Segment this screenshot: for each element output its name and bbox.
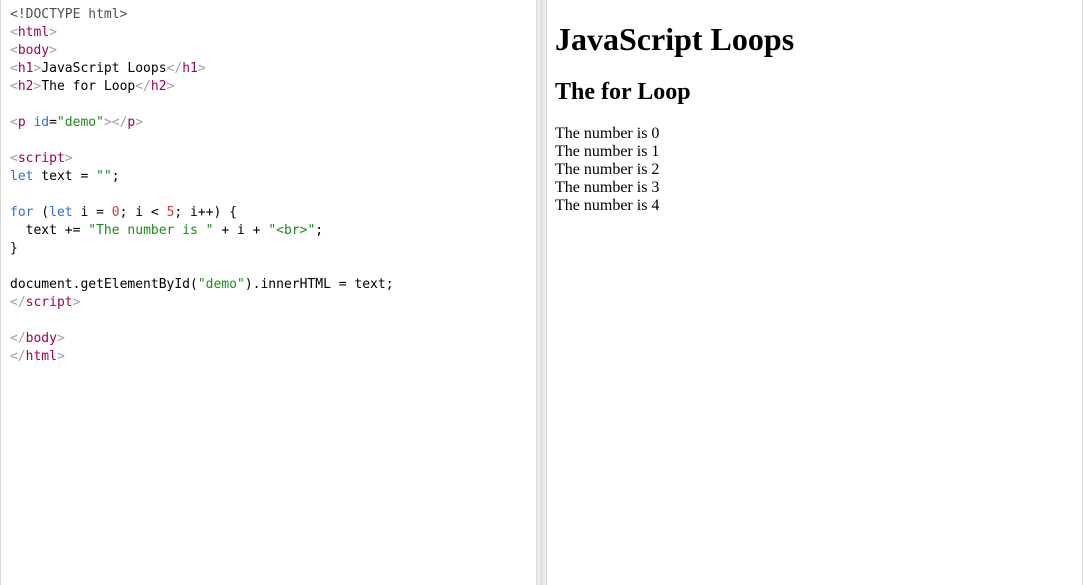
- code-token: </: [135, 79, 151, 94]
- code-token: h1: [182, 61, 198, 76]
- code-token: html: [17, 25, 50, 40]
- code-token: script: [25, 295, 73, 310]
- code-token: "demo": [197, 277, 245, 292]
- code-token: }: [10, 241, 18, 256]
- code-line[interactable]: [10, 312, 394, 330]
- code-line[interactable]: let text = "";: [10, 168, 394, 186]
- code-line[interactable]: text += "The number is " + i + "<br>";: [10, 222, 394, 240]
- code-line[interactable]: [10, 258, 394, 276]
- code-token: >: [56, 349, 65, 364]
- code-token: =: [49, 115, 57, 130]
- code-token: >: [56, 331, 65, 346]
- code-token: <: [10, 25, 18, 40]
- code-token: (: [33, 205, 50, 220]
- code-line[interactable]: <h1>JavaScript Loops</h1>: [10, 60, 394, 78]
- preview-demo-output: The number is 0 The number is 1 The number…: [555, 125, 659, 215]
- code-token: <: [10, 79, 18, 94]
- code-token: document.getElementById(: [10, 277, 198, 292]
- demo-output-line: The number is 2: [555, 161, 660, 178]
- code-token: html: [25, 349, 57, 364]
- code-token: </: [10, 331, 26, 346]
- code-token: >: [197, 61, 206, 76]
- code-token: JavaScript Loops: [41, 61, 167, 76]
- demo-output-line: The number is 1: [555, 143, 660, 160]
- code-token: </: [166, 61, 183, 76]
- code-line[interactable]: <h2>The for Loop</h2>: [10, 78, 394, 96]
- code-token: id: [33, 115, 50, 130]
- code-line[interactable]: <script>: [10, 150, 394, 168]
- preview-heading-1: JavaScript Loops: [555, 21, 795, 57]
- code-line[interactable]: </body>: [10, 330, 394, 348]
- code-token: ; i <: [119, 205, 167, 220]
- code-token: ></: [103, 115, 128, 130]
- code-token: <!DOCTYPE html>: [10, 7, 128, 22]
- code-token: script: [17, 151, 65, 166]
- code-editor-panel[interactable]: <!DOCTYPE html> <html> <body> <h1>JavaScrip…: [0, 0, 536, 585]
- code-line[interactable]: <p id="demo"></p>: [10, 114, 394, 132]
- code-token: <: [10, 43, 18, 58]
- result-preview-panel: JavaScript Loops The for Loop The number…: [547, 0, 1083, 585]
- code-token: >: [64, 151, 73, 166]
- panel-resize-handle[interactable]: [536, 0, 547, 585]
- code-line[interactable]: <body>: [10, 42, 394, 60]
- code-token: ).innerHTML = text;: [244, 277, 394, 292]
- code-token: <: [10, 115, 18, 130]
- code-line[interactable]: <html>: [10, 24, 394, 42]
- code-token: text =: [33, 169, 97, 184]
- code-token: "": [96, 169, 112, 184]
- code-token: "demo": [56, 115, 104, 130]
- code-token: </: [10, 295, 26, 310]
- code-token: let: [10, 169, 34, 184]
- demo-output-line: The number is 0: [555, 125, 660, 142]
- code-token: text +=: [10, 223, 89, 238]
- code-line[interactable]: </script>: [10, 294, 394, 312]
- code-token: "The number is ": [88, 223, 214, 238]
- code-token: h1: [17, 61, 34, 76]
- code-token: <: [10, 61, 18, 76]
- code-token: body: [17, 43, 50, 58]
- code-line[interactable]: }: [10, 240, 394, 258]
- code-token: <: [10, 151, 18, 166]
- code-line[interactable]: [10, 186, 394, 204]
- code-token: >: [72, 295, 81, 310]
- code-token: >: [166, 79, 175, 94]
- code-token: The for Loop: [41, 79, 136, 94]
- code-token: let: [49, 205, 73, 220]
- code-token: h2: [150, 79, 167, 94]
- code-token: ;: [315, 223, 324, 238]
- demo-output-line: The number is 4: [555, 197, 660, 214]
- code-line[interactable]: </html>: [10, 348, 394, 366]
- code-token: "<br>": [268, 223, 316, 238]
- code-token: >: [135, 115, 144, 130]
- preview-heading-2: The for Loop: [555, 79, 691, 105]
- code-token: </: [10, 349, 26, 364]
- code-token: >: [49, 25, 57, 40]
- code-token: + i +: [213, 223, 269, 238]
- code-token: ; i++) {: [174, 205, 238, 220]
- code-line[interactable]: <!DOCTYPE html>: [10, 6, 394, 24]
- resize-grip: [540, 0, 543, 585]
- code-token: >: [49, 43, 57, 58]
- demo-output-line: The number is 3: [555, 179, 660, 196]
- code-token: for: [10, 205, 34, 220]
- code-line[interactable]: document.getElementById("demo").innerHTM…: [10, 276, 394, 294]
- code-token: ;: [111, 169, 120, 184]
- code-token: body: [25, 331, 57, 346]
- code-line[interactable]: [10, 96, 394, 114]
- code-editor-text[interactable]: <!DOCTYPE html> <html> <body> <h1>JavaScrip…: [10, 6, 394, 366]
- code-token: h2: [17, 79, 34, 94]
- code-line[interactable]: [10, 132, 394, 150]
- code-line[interactable]: for (let i = 0; i < 5; i++) {: [10, 204, 394, 222]
- code-token: p: [17, 115, 26, 130]
- code-token: 0: [111, 205, 120, 220]
- code-token: i =: [72, 205, 112, 220]
